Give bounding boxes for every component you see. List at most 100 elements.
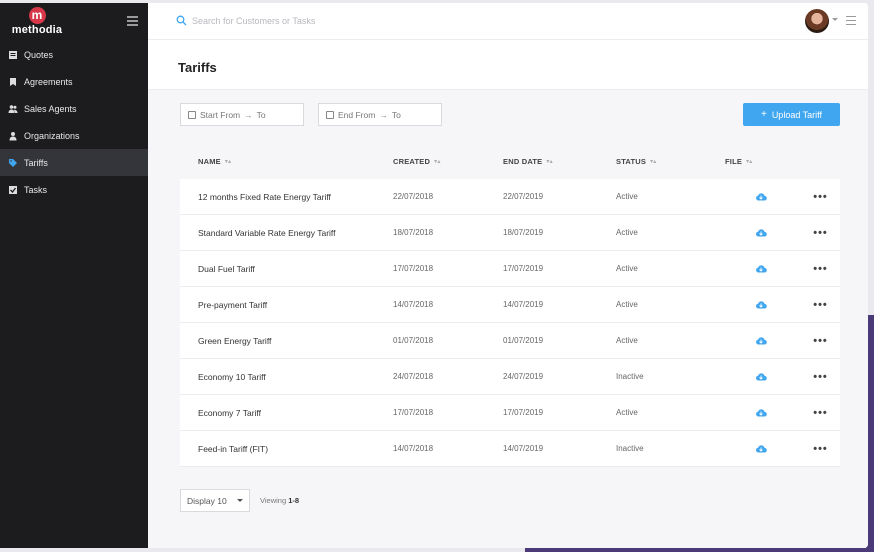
column-header-created[interactable]: CREATED ▾▴ <box>393 157 503 166</box>
more-options-icon[interactable]: ••• <box>813 407 828 418</box>
sidebar-item-label: Tasks <box>24 184 48 195</box>
start-from-label: Start From <box>200 109 241 120</box>
avatar[interactable] <box>805 9 829 33</box>
end-date: 18/07/2019 <box>503 228 544 237</box>
sidebar-item-sales-agents[interactable]: Sales Agents <box>0 95 148 122</box>
table-row[interactable]: Economy 7 Tariff 17/07/2018 17/07/2019 A… <box>180 395 840 431</box>
status: Active <box>616 264 638 273</box>
page-size-label: Display 10 <box>187 495 227 506</box>
sidebar-item-label: Organizations <box>24 130 80 141</box>
start-date-filter[interactable]: Start From → To <box>180 103 304 126</box>
cloud-download-icon[interactable] <box>755 372 767 381</box>
search-input[interactable] <box>192 12 492 30</box>
tariff-name: Feed-in Tariff (FIT) <box>198 443 269 454</box>
logo-icon: m <box>28 7 46 24</box>
created-date: 17/07/2018 <box>393 408 434 417</box>
table-row[interactable]: Standard Variable Rate Energy Tariff 18/… <box>180 215 840 251</box>
sidebar-item-organizations[interactable]: Organizations <box>0 122 148 149</box>
column-header-file[interactable]: FILE ▾▴ <box>721 157 801 166</box>
quote-icon <box>8 50 18 60</box>
chevron-down-icon[interactable] <box>832 18 838 21</box>
created-date: 17/07/2018 <box>393 264 434 273</box>
end-from-label: End From <box>338 109 376 120</box>
table-row[interactable]: Green Energy Tariff 01/07/2018 01/07/201… <box>180 323 840 359</box>
menu-icon[interactable] <box>846 16 856 25</box>
cloud-download-icon[interactable] <box>755 228 767 237</box>
status: Active <box>616 300 638 309</box>
cloud-download-icon[interactable] <box>755 300 767 309</box>
arrow-right-icon: → <box>379 109 388 120</box>
sidebar: m methodia Quotes Agreements Sales Agent… <box>0 3 148 548</box>
sort-icon: ▾▴ <box>650 158 657 165</box>
tariff-name: Standard Variable Rate Energy Tariff <box>198 227 336 238</box>
table-row[interactable]: 12 months Fixed Rate Energy Tariff 22/07… <box>180 179 840 215</box>
more-options-icon[interactable]: ••• <box>813 299 828 310</box>
more-options-icon[interactable]: ••• <box>813 335 828 346</box>
more-options-icon[interactable]: ••• <box>813 371 828 382</box>
status: Active <box>616 192 638 201</box>
more-options-icon[interactable]: ••• <box>813 227 828 238</box>
more-options-icon[interactable]: ••• <box>813 443 828 454</box>
sidebar-toggle-icon[interactable] <box>127 16 138 26</box>
end-date: 01/07/2019 <box>503 336 544 345</box>
sidebar-item-tasks[interactable]: Tasks <box>0 176 148 203</box>
sidebar-nav: Quotes Agreements Sales Agents Organizat… <box>0 41 148 203</box>
arrow-right-icon: → <box>244 109 253 120</box>
sort-icon: ▾▴ <box>546 158 553 165</box>
created-date: 14/07/2018 <box>393 444 434 453</box>
page-title: Tariffs <box>178 60 217 75</box>
page-size-select[interactable]: Display 10 <box>180 489 250 512</box>
end-date: 14/07/2019 <box>503 300 544 309</box>
status: Active <box>616 336 638 345</box>
column-header-name[interactable]: NAME ▾▴ <box>180 157 393 166</box>
table-row[interactable]: Economy 10 Tariff 24/07/2018 24/07/2019 … <box>180 359 840 395</box>
tariff-name: Pre-payment Tariff <box>198 299 268 310</box>
table-footer: Display 10 Viewing 1-8 <box>180 489 299 512</box>
cloud-download-icon[interactable] <box>755 408 767 417</box>
cloud-download-icon[interactable] <box>755 336 767 345</box>
end-date-filter[interactable]: End From → To <box>318 103 442 126</box>
table-row[interactable]: Pre-payment Tariff 14/07/2018 14/07/2019… <box>180 287 840 323</box>
column-header-end-date[interactable]: END DATE ▾▴ <box>503 157 616 166</box>
main-content: Tariffs Start From → To End From → To + … <box>148 3 868 548</box>
users-icon <box>8 104 18 114</box>
end-date: 17/07/2019 <box>503 408 544 417</box>
cloud-download-icon[interactable] <box>755 192 767 201</box>
end-date: 17/07/2019 <box>503 264 544 273</box>
created-date: 01/07/2018 <box>393 336 434 345</box>
sidebar-item-agreements[interactable]: Agreements <box>0 68 148 95</box>
tariff-name: 12 months Fixed Rate Energy Tariff <box>198 191 331 202</box>
status: Inactive <box>616 444 644 453</box>
sidebar-item-quotes[interactable]: Quotes <box>0 41 148 68</box>
sidebar-item-label: Tariffs <box>24 157 48 168</box>
sidebar-item-tariffs[interactable]: Tariffs <box>0 149 148 176</box>
sort-icon: ▾▴ <box>434 158 441 165</box>
table-row[interactable]: Dual Fuel Tariff 17/07/2018 17/07/2019 A… <box>180 251 840 287</box>
upload-tariff-button[interactable]: + Upload Tariff <box>743 103 840 126</box>
created-date: 22/07/2018 <box>393 192 434 201</box>
table-row[interactable]: Feed-in Tariff (FIT) 14/07/2018 14/07/20… <box>180 431 840 467</box>
column-header-status[interactable]: STATUS ▾▴ <box>616 157 721 166</box>
logo[interactable]: m methodia <box>7 7 67 36</box>
status: Active <box>616 228 638 237</box>
sort-icon: ▾▴ <box>224 158 232 165</box>
upload-tariff-label: Upload Tariff <box>771 109 823 120</box>
cloud-download-icon[interactable] <box>755 444 767 453</box>
sidebar-item-label: Sales Agents <box>24 103 77 114</box>
more-options-icon[interactable]: ••• <box>813 263 828 274</box>
tariff-name: Dual Fuel Tariff <box>198 263 255 274</box>
end-date: 14/07/2019 <box>503 444 544 453</box>
sidebar-item-label: Quotes <box>24 49 54 60</box>
tariff-name: Green Energy Tariff <box>198 335 272 346</box>
start-to-label: To <box>256 109 266 120</box>
created-date: 14/07/2018 <box>393 300 434 309</box>
search-icon <box>176 15 187 26</box>
end-date: 24/07/2019 <box>503 372 544 381</box>
cloud-download-icon[interactable] <box>755 264 767 273</box>
app-window: m methodia Quotes Agreements Sales Agent… <box>0 3 868 548</box>
plus-icon: + <box>760 109 767 120</box>
more-options-icon[interactable]: ••• <box>813 191 828 202</box>
status: Active <box>616 408 638 417</box>
tariff-name: Economy 7 Tariff <box>198 407 261 418</box>
tariffs-table: NAME ▾▴ CREATED ▾▴ END DATE ▾▴ STATUS ▾▴ FIL… <box>180 143 840 467</box>
